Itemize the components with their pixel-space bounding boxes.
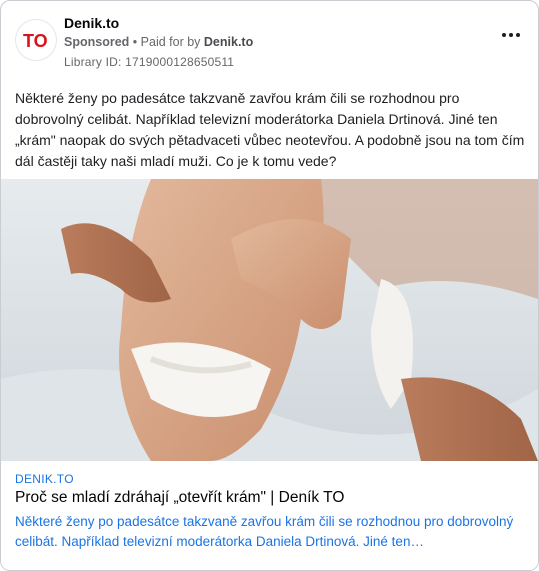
advertiser-avatar[interactable]: TO bbox=[15, 19, 57, 61]
more-horizontal-icon bbox=[501, 24, 522, 42]
ad-image[interactable] bbox=[1, 179, 538, 461]
svg-text:TO: TO bbox=[23, 31, 48, 51]
page-name[interactable]: Denik.to bbox=[64, 15, 119, 31]
paid-for-by-label: Paid for by bbox=[140, 35, 201, 49]
ad-body-text: Některé ženy po padesátce takzvaně zavřo… bbox=[15, 90, 525, 169]
link-title[interactable]: Proč se mladí zdráhají „otevřít krám" | … bbox=[15, 489, 344, 507]
link-preview[interactable]: DENIK.TO Proč se mladí zdráhají „otevřít… bbox=[1, 461, 538, 570]
meta-separator: • bbox=[132, 35, 138, 49]
link-domain[interactable]: DENIK.TO bbox=[15, 472, 74, 486]
ad-card: TO Denik.to Sponsored • Paid for by Deni… bbox=[0, 0, 539, 571]
denik-to-logo-icon: TO bbox=[23, 31, 48, 51]
ad-photo bbox=[1, 179, 538, 461]
library-id: Library ID: 1719000128650511 bbox=[64, 55, 235, 69]
sponsored-label: Sponsored bbox=[64, 35, 130, 49]
more-options-button[interactable] bbox=[498, 23, 524, 43]
link-description[interactable]: Některé ženy po padesátce takzvaně zavřo… bbox=[15, 512, 520, 552]
sponsored-line: Sponsored • Paid for by Denik.to bbox=[64, 35, 253, 49]
ad-header: TO Denik.to Sponsored • Paid for by Deni… bbox=[15, 15, 524, 71]
advertiser-name[interactable]: Denik.to bbox=[204, 35, 253, 49]
